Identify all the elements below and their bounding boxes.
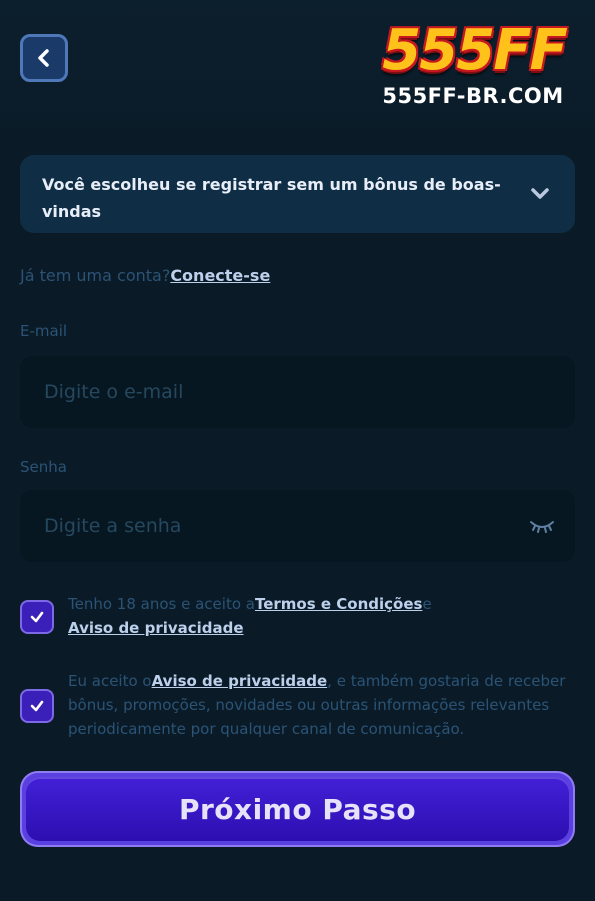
back-button[interactable]: [20, 34, 68, 82]
logo-domain: 555FF-BR.COM: [382, 84, 564, 108]
email-field-container: [20, 356, 575, 428]
eye-closed-icon[interactable]: [529, 516, 555, 536]
marketing-consent-text: Eu aceito oAviso de privacidade, e també…: [68, 669, 568, 741]
logo-wordmark: 555FF: [382, 17, 567, 83]
terms-consent-text: Tenho 18 anos e aceito aTermos e Condiçõ…: [68, 592, 568, 640]
privacy-link[interactable]: Aviso de privacidade: [68, 619, 244, 637]
checkmark-icon: [30, 700, 44, 712]
bonus-selector[interactable]: Você escolheu se registrar sem um bônus …: [20, 155, 575, 233]
login-prompt: Já tem uma conta?: [20, 266, 171, 285]
marketing-checkbox[interactable]: [20, 689, 54, 723]
terms-link[interactable]: Termos e Condições: [255, 595, 422, 613]
login-prompt-row: Já tem uma conta?Conecte-se: [20, 266, 270, 285]
checkmark-icon: [30, 611, 44, 623]
terms-checkbox[interactable]: [20, 600, 54, 634]
login-link[interactable]: Conecte-se: [170, 266, 270, 285]
header: 555FF 555FF-BR.COM: [0, 0, 595, 128]
password-field-container: [20, 490, 575, 562]
terms-text-between: e: [422, 595, 432, 613]
marketing-text-before: Eu aceito o: [68, 672, 152, 690]
marketing-privacy-link[interactable]: Aviso de privacidade: [152, 672, 328, 690]
password-field[interactable]: [20, 490, 575, 562]
terms-text-before: Tenho 18 anos e aceito a: [68, 595, 255, 613]
next-step-label: Próximo Passo: [26, 777, 569, 841]
email-field[interactable]: [20, 356, 575, 428]
chevron-down-icon: [531, 188, 549, 199]
email-label: E-mail: [20, 322, 68, 340]
password-label: Senha: [20, 458, 67, 476]
chevron-left-icon: [38, 49, 49, 67]
bonus-selector-text: Você escolheu se registrar sem um bônus …: [42, 175, 501, 221]
next-step-button[interactable]: Próximo Passo: [20, 771, 575, 847]
brand-logo: 555FF 555FF-BR.COM: [368, 14, 578, 114]
